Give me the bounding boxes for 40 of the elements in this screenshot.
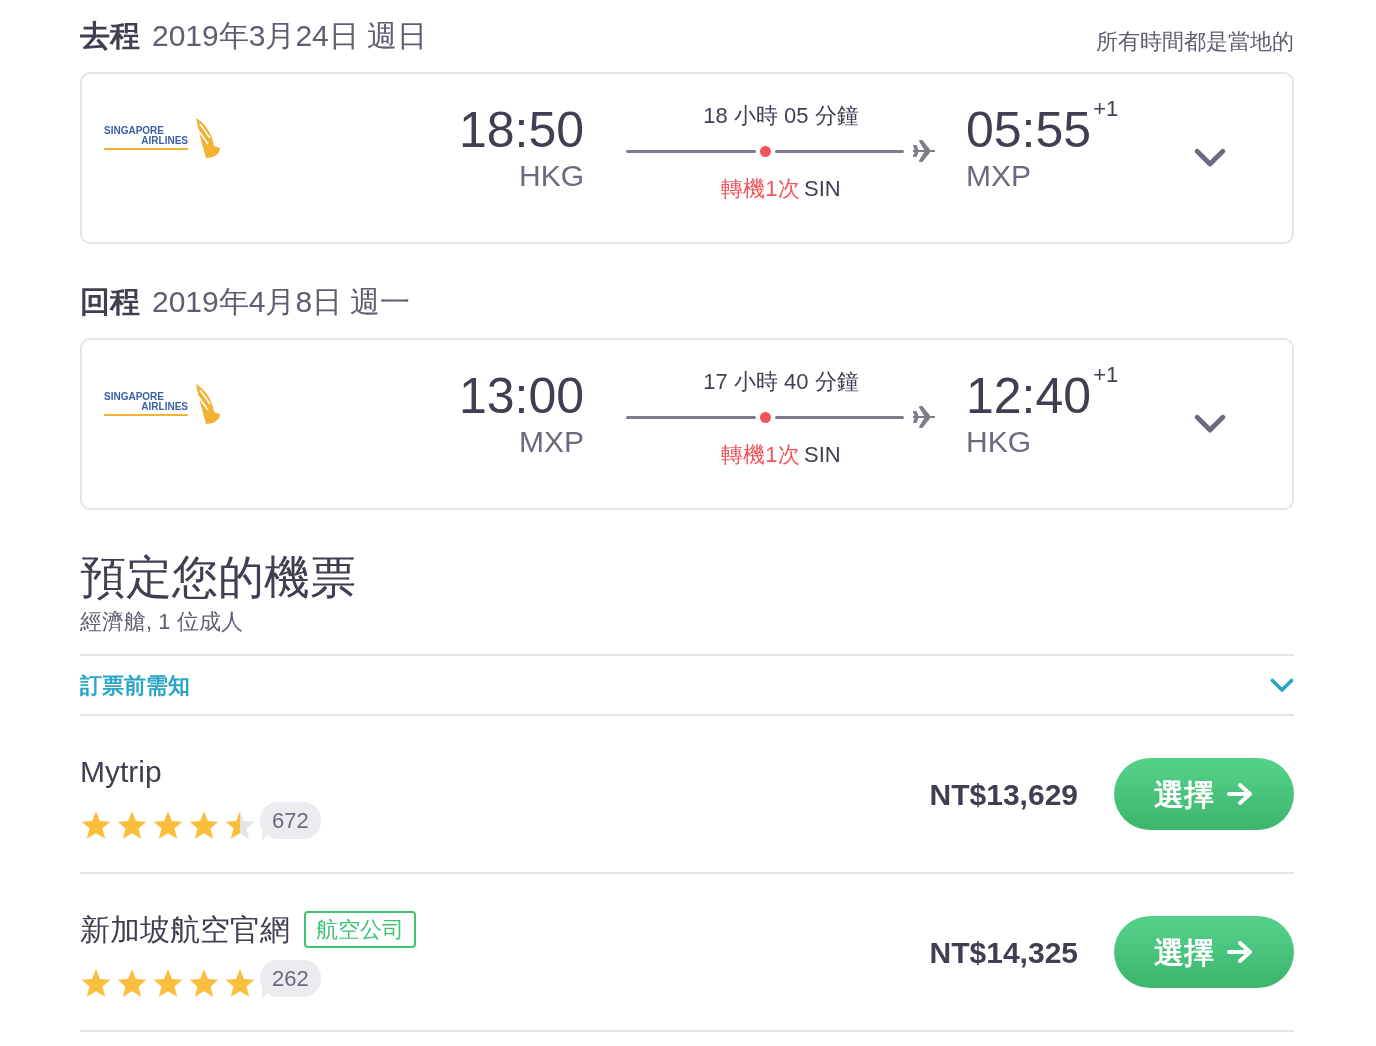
leg-date: 2019年3月24日 週日 <box>152 19 428 52</box>
arrival-airport: HKG <box>966 423 1032 460</box>
day-offset: +1 <box>1093 95 1119 121</box>
airline-tag: 航空公司 <box>304 910 416 948</box>
airline-logo-text: SINGAPORE AIRLINES <box>104 392 188 416</box>
stop-count: 轉機1次 <box>721 442 800 467</box>
select-button[interactable]: 選擇 <box>1114 916 1294 989</box>
price: NT$14,325 <box>929 934 1078 971</box>
leg-date: 2019年4月8日 週一 <box>152 285 411 318</box>
departure-time: 13:00 <box>457 368 584 424</box>
stop-count: 轉機1次 <box>721 176 800 201</box>
chevron-icon[interactable] <box>1270 678 1294 693</box>
leg-label: 去程 <box>80 19 140 52</box>
select-button[interactable]: 選擇 <box>1114 758 1294 831</box>
flight-duration: 18 小時 05 分鐘 <box>702 102 860 130</box>
review-count: 672 <box>260 802 321 840</box>
plane-icon <box>912 140 936 162</box>
price: NT$13,629 <box>929 776 1078 813</box>
arrival-time: 12:40 <box>966 367 1092 424</box>
plane-icon <box>912 406 936 428</box>
day-offset: +1 <box>1093 361 1119 387</box>
notice-toggle[interactable]: 訂票前需知 <box>80 654 1294 717</box>
departure-airport: MXP <box>518 423 584 460</box>
stopover-airport: SIN <box>804 176 841 201</box>
leg-label: 回程 <box>80 285 140 318</box>
arrow-right-icon <box>1226 940 1254 965</box>
departure-time: 18:50 <box>457 102 584 158</box>
booking-title: 預定您的機票 <box>80 550 357 605</box>
airline-logo-text: SINGAPORE AIRLINES <box>104 126 188 150</box>
seller-name: 新加坡航空官網 <box>80 911 290 948</box>
timezone-note: 所有時間都是當地的 <box>1096 28 1294 56</box>
stopover-airport: SIN <box>804 442 841 467</box>
booking-subtitle: 經濟艙, 1 位成人 <box>80 608 244 637</box>
arrival-time: 05:55 <box>966 101 1092 158</box>
flight-duration: 17 小時 40 分鐘 <box>702 368 860 396</box>
arrival-airport: MXP <box>966 157 1032 194</box>
seller-name: Mytrip <box>80 753 162 790</box>
departure-airport: HKG <box>518 157 584 194</box>
review-count: 262 <box>260 960 321 998</box>
arrow-right-icon <box>1226 782 1254 807</box>
